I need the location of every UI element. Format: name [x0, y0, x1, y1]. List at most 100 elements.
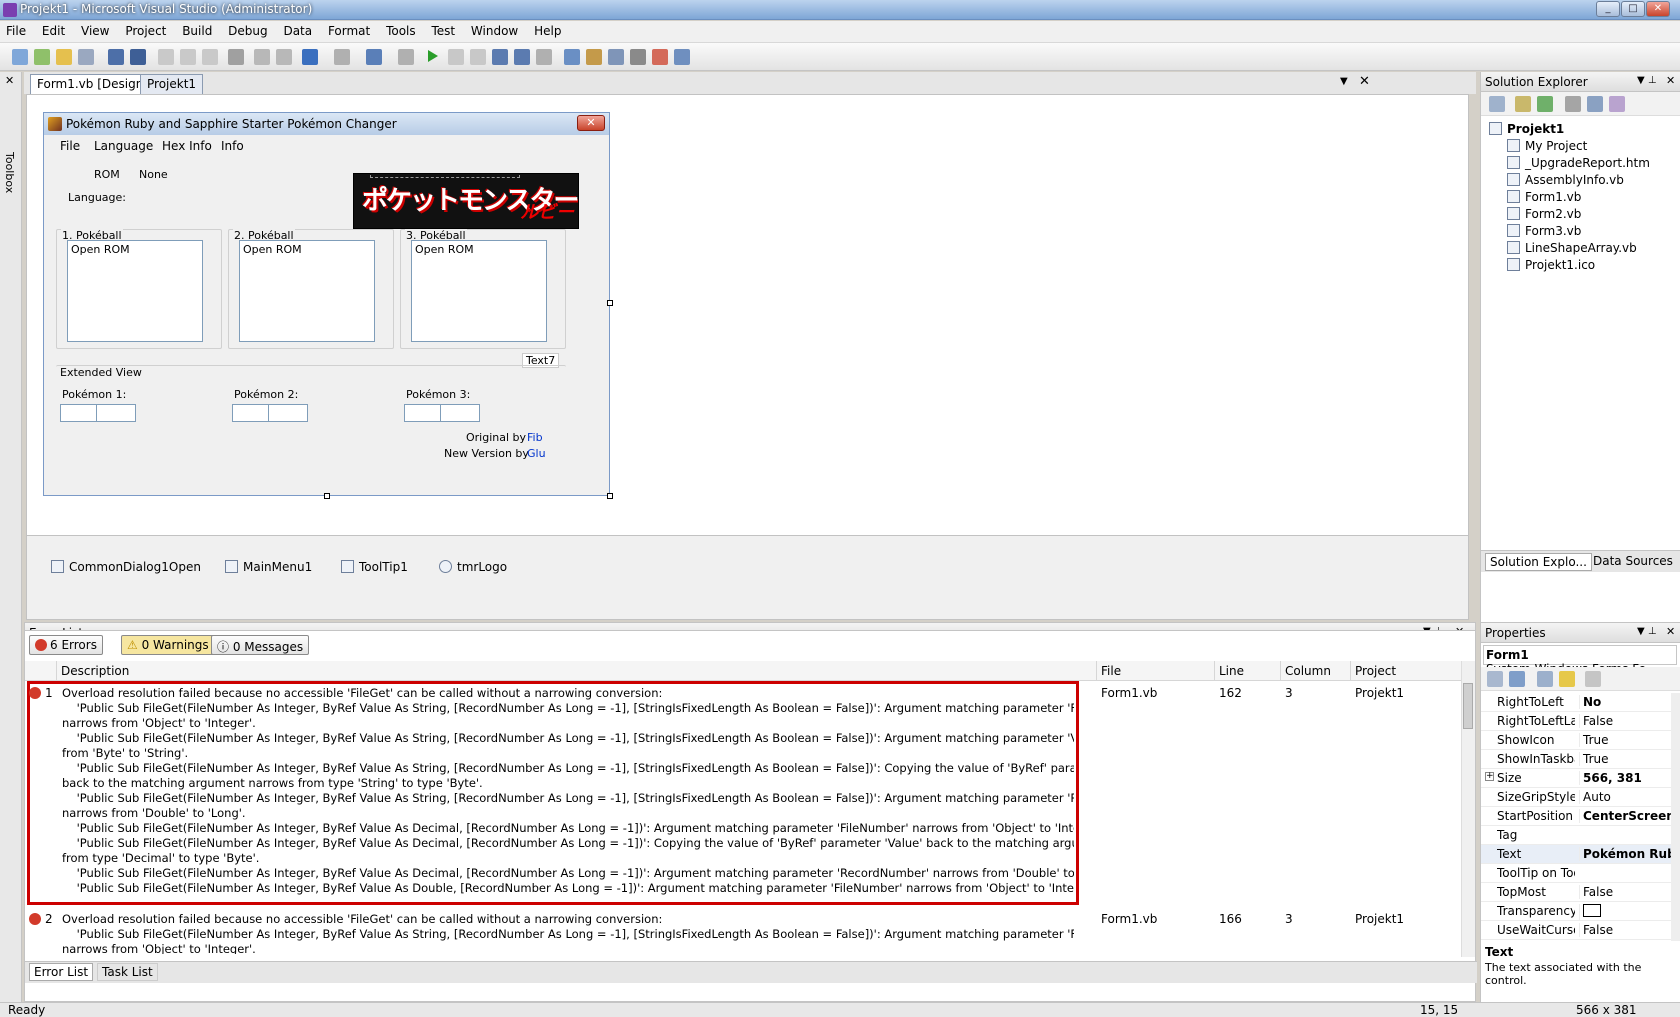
alphabetical-icon[interactable] — [1509, 671, 1525, 687]
col-project[interactable]: Project — [1351, 661, 1467, 681]
resize-handle-right[interactable] — [607, 300, 613, 306]
new-project-icon[interactable] — [12, 49, 28, 65]
tab-dropdown-icon[interactable]: ▼ — [1340, 76, 1348, 87]
close-doc-icon[interactable]: ✕ — [1359, 74, 1370, 89]
redo-icon[interactable] — [334, 49, 350, 65]
col-file[interactable]: File — [1097, 661, 1215, 681]
tab-solution-explorer[interactable]: Solution Explo... — [1485, 553, 1592, 571]
open-file-icon[interactable] — [56, 49, 72, 65]
step-over-icon[interactable] — [514, 49, 530, 65]
show-all-icon[interactable] — [1515, 96, 1531, 112]
menu-tools[interactable]: Tools — [380, 21, 422, 41]
messages-filter-button[interactable]: ⓘ 0 Messages — [211, 635, 310, 655]
prop-row[interactable]: TransparencyK — [1481, 902, 1673, 921]
prop-row[interactable]: RightToLeft No — [1481, 693, 1673, 712]
save-icon[interactable] — [108, 49, 124, 65]
close-panel-icon[interactable]: ✕ — [1666, 625, 1675, 638]
prop-row[interactable]: SizeGripStyle Auto — [1481, 788, 1673, 807]
tree-item-projekt1ico[interactable]: Projekt1.ico — [1507, 258, 1595, 272]
object-browser-icon[interactable] — [608, 49, 624, 65]
error-list-icon[interactable] — [652, 49, 668, 65]
pause-icon[interactable] — [448, 49, 464, 65]
solution-explorer-icon[interactable] — [564, 49, 580, 65]
error-file[interactable]: Form1.vb — [1101, 686, 1157, 700]
pokeball-3-list[interactable]: Open ROM — [411, 240, 547, 342]
pokeball-2-list[interactable]: Open ROM — [239, 240, 375, 342]
events-icon[interactable] — [1559, 671, 1575, 687]
uncomment-icon[interactable] — [276, 49, 292, 65]
minimize-button[interactable]: _ — [1596, 1, 1620, 17]
tab-projekt1[interactable]: Projekt1 — [140, 74, 204, 94]
menu-project[interactable]: Project — [119, 21, 172, 41]
output-icon[interactable] — [674, 49, 690, 65]
menu-data[interactable]: Data — [277, 21, 318, 41]
pokemon-2-field-b[interactable] — [268, 404, 308, 422]
menu-test[interactable]: Test — [425, 21, 461, 41]
find-icon[interactable] — [228, 49, 244, 65]
tree-item-upgradereport[interactable]: _UpgradeReport.htm — [1507, 156, 1650, 170]
paste-icon[interactable] — [202, 49, 218, 65]
view-code-icon[interactable] — [1565, 96, 1581, 112]
original-author-link[interactable]: Fib — [527, 431, 543, 444]
prop-row[interactable]: ShowIcon True — [1481, 731, 1673, 750]
tree-item-form2[interactable]: Form2.vb — [1507, 207, 1581, 221]
props-scrollbar[interactable] — [1671, 693, 1680, 941]
stop-icon[interactable] — [470, 49, 486, 65]
pin-icon[interactable]: ▼ ⊥ — [1637, 626, 1657, 637]
close-panel-icon[interactable]: ✕ — [1666, 74, 1675, 87]
tree-item-form1[interactable]: Form1.vb — [1507, 190, 1581, 204]
toolbox-strip[interactable]: ✕ Toolbox — [0, 72, 22, 1002]
save-all-icon[interactable] — [130, 49, 146, 65]
start-debug-icon[interactable] — [428, 50, 438, 62]
close-icon[interactable]: ✕ — [5, 74, 14, 87]
add-item-dropdown-icon[interactable] — [78, 49, 94, 65]
col-description[interactable]: Description — [57, 661, 1097, 681]
view-designer-icon[interactable] — [1587, 96, 1603, 112]
pokemon-1-field-b[interactable] — [96, 404, 136, 422]
expand-icon[interactable]: + — [1485, 772, 1494, 781]
step-into-icon[interactable] — [492, 49, 508, 65]
designed-form[interactable]: Pokémon Ruby and Sapphire Starter Pokémo… — [43, 112, 610, 496]
prop-row-selected[interactable]: Text Pokémon Ruby — [1481, 845, 1675, 864]
menu-help[interactable]: Help — [528, 21, 567, 41]
cut-icon[interactable] — [158, 49, 174, 65]
categorized-icon[interactable] — [1487, 671, 1503, 687]
resize-handle-bottom[interactable] — [324, 493, 330, 499]
new-author-link[interactable]: Glu — [527, 447, 546, 460]
pokemon-3-field-a[interactable] — [404, 404, 444, 422]
tray-timer[interactable]: tmrLogo — [439, 560, 507, 574]
form-menu-info[interactable]: Info — [221, 139, 244, 153]
object-selector[interactable]: Form1 System.Windows.Forms.Fo — [1483, 645, 1677, 676]
tab-form1-design[interactable]: Form1.vb [Design] — [30, 74, 156, 94]
tree-item-lineshapearray[interactable]: LineShapeArray.vb — [1507, 241, 1637, 255]
prop-row[interactable]: TopMost False — [1481, 883, 1673, 902]
undo-icon[interactable] — [302, 49, 318, 65]
col-line[interactable]: Line — [1215, 661, 1281, 681]
tree-item-form3[interactable]: Form3.vb — [1507, 224, 1581, 238]
prop-row[interactable]: StartPosition CenterScreen — [1481, 807, 1675, 826]
error-description[interactable]: Overload resolution failed because no ac… — [62, 686, 1074, 896]
pokemon-1-field-a[interactable] — [60, 404, 100, 422]
menu-view[interactable]: View — [75, 21, 115, 41]
comment-icon[interactable] — [254, 49, 270, 65]
class-diagram-icon[interactable] — [1609, 96, 1625, 112]
form-menu-file[interactable]: File — [60, 139, 80, 153]
properties-icon[interactable] — [586, 49, 602, 65]
form-menu-hexinfo[interactable]: Hex Info — [162, 139, 212, 153]
step-out-icon[interactable] — [536, 49, 552, 65]
properties-btn-icon[interactable] — [1489, 96, 1505, 112]
menu-debug[interactable]: Debug — [222, 21, 273, 41]
tree-root[interactable]: Projekt1 — [1489, 122, 1564, 136]
tree-item-myproject[interactable]: My Project — [1507, 139, 1587, 153]
prop-row[interactable]: UseWaitCursorFalse — [1481, 921, 1673, 940]
col-column[interactable]: Column — [1281, 661, 1351, 681]
tree-item-assemblyinfo[interactable]: AssemblyInfo.vb — [1507, 173, 1624, 187]
prop-row[interactable]: Tag — [1481, 826, 1673, 845]
prop-row[interactable]: RightToLeftLayFalse — [1481, 712, 1673, 731]
tray-mainmenu[interactable]: MainMenu1 — [225, 560, 312, 574]
property-pages-icon[interactable] — [1537, 671, 1553, 687]
form-menu-language[interactable]: Language — [94, 139, 153, 153]
resize-handle-corner[interactable] — [607, 493, 613, 499]
error-description[interactable]: Overload resolution failed because no ac… — [62, 912, 1074, 954]
tray-tooltip[interactable]: ToolTip1 — [341, 560, 408, 574]
